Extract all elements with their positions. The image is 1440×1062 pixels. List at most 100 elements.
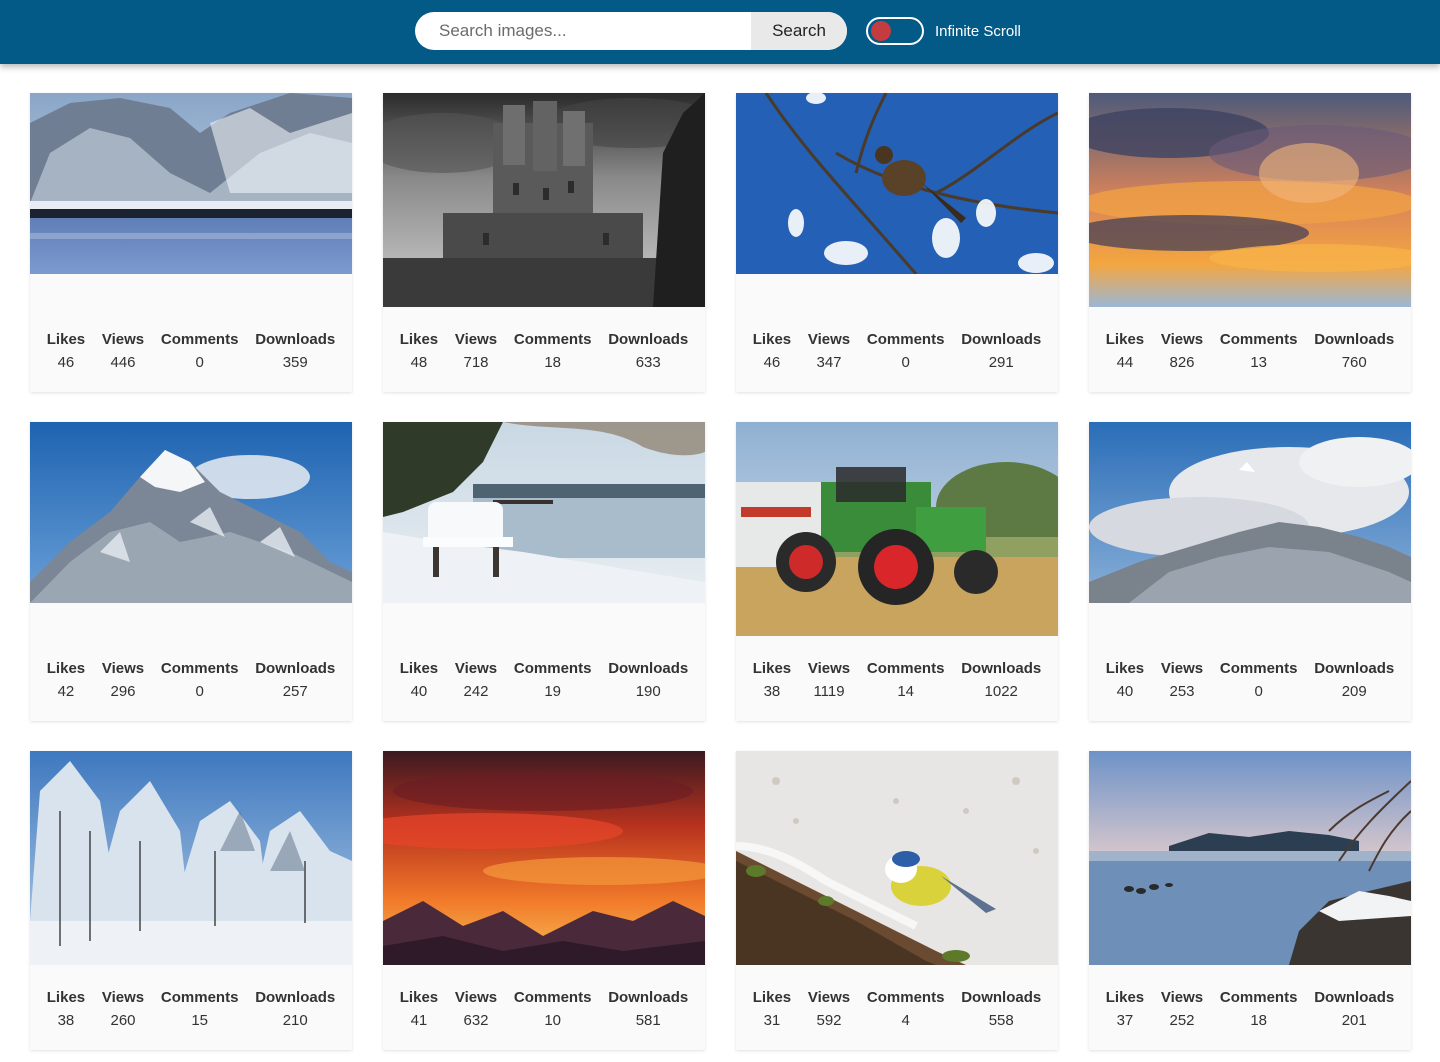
views-label: Views xyxy=(1160,331,1204,348)
image-card[interactable]: Likes 42 Views 296 Comments 0 Downloads 257 xyxy=(30,422,352,721)
downloads-label: Downloads xyxy=(255,660,336,677)
views-stat: Views 253 xyxy=(1161,658,1203,706)
downloads-label: Downloads xyxy=(1314,331,1395,348)
image-card[interactable]: Likes 40 Views 253 Comments 0 Downloads 209 xyxy=(1089,422,1411,721)
card-image-blue-tit-on-snowy-log[interactable] xyxy=(736,751,1058,965)
card-image-snowy-mountain-lake[interactable] xyxy=(30,93,352,274)
image-card[interactable]: Likes 46 Views 347 Comments 0 Downloads 291 xyxy=(736,93,1058,392)
card-image-sunset-clouds[interactable] xyxy=(1089,93,1411,307)
views-count: 446 xyxy=(110,354,136,371)
downloads-label: Downloads xyxy=(1314,660,1395,677)
likes-count: 31 xyxy=(763,1012,781,1029)
card-image-snowy-forest[interactable] xyxy=(30,751,352,965)
views-stat: Views 296 xyxy=(102,658,144,706)
likes-stat: Likes 44 xyxy=(1106,329,1144,377)
likes-stat: Likes 48 xyxy=(400,329,438,377)
comments-stat: Comments 0 xyxy=(867,329,945,377)
card-stats: Likes 40 Views 242 Comments 19 Downloads 190 xyxy=(383,658,705,706)
likes-count: 40 xyxy=(1116,683,1134,700)
likes-label: Likes xyxy=(46,331,86,348)
downloads-count: 190 xyxy=(635,683,661,700)
downloads-stat: Downloads 201 xyxy=(1314,987,1394,1035)
image-card[interactable]: Likes 40 Views 242 Comments 19 Downloads 190 xyxy=(383,422,705,721)
card-image-snowy-mountain-peak[interactable] xyxy=(30,422,352,603)
search-input[interactable] xyxy=(415,12,750,50)
card-image-black-and-white-castle[interactable] xyxy=(383,93,705,307)
views-count: 592 xyxy=(816,1012,842,1029)
likes-stat: Likes 41 xyxy=(400,987,438,1035)
views-count: 632 xyxy=(463,1012,489,1029)
likes-count: 48 xyxy=(410,354,428,371)
image-card[interactable]: Likes 38 Views 260 Comments 15 Downloads 210 xyxy=(30,751,352,1050)
card-image-winter-lake-ducks[interactable] xyxy=(1089,751,1411,965)
views-label: Views xyxy=(807,989,851,1006)
views-stat: Views 446 xyxy=(102,329,144,377)
likes-stat: Likes 40 xyxy=(400,658,438,706)
image-card[interactable]: Likes 41 Views 632 Comments 10 Downloads 581 xyxy=(383,751,705,1050)
card-image-red-sunset-mountains[interactable] xyxy=(383,751,705,965)
downloads-count: 760 xyxy=(1341,354,1367,371)
comments-stat: Comments 18 xyxy=(1220,987,1298,1035)
likes-label: Likes xyxy=(1105,989,1145,1006)
views-count: 252 xyxy=(1169,1012,1195,1029)
likes-label: Likes xyxy=(399,331,439,348)
views-count: 253 xyxy=(1169,683,1195,700)
image-card[interactable]: Likes 38 Views 1119 Comments 14 Downloads 10… xyxy=(736,422,1058,721)
downloads-count: 1022 xyxy=(984,683,1018,700)
card-stats: Likes 46 Views 446 Comments 0 Downloads 359 xyxy=(30,329,352,377)
comments-stat: Comments 18 xyxy=(514,329,592,377)
card-stats: Likes 41 Views 632 Comments 10 Downloads 581 xyxy=(383,987,705,1035)
likes-count: 38 xyxy=(763,683,781,700)
card-image-green-tractor-field[interactable] xyxy=(736,422,1058,636)
views-label: Views xyxy=(1160,989,1204,1006)
toggle-knob xyxy=(871,21,891,41)
likes-label: Likes xyxy=(399,989,439,1006)
likes-stat: Likes 46 xyxy=(753,329,791,377)
comments-count: 15 xyxy=(191,1012,209,1029)
card-stats: Likes 38 Views 260 Comments 15 Downloads 210 xyxy=(30,987,352,1035)
comments-label: Comments xyxy=(866,331,945,348)
card-image-snow-covered-bench-lake[interactable] xyxy=(383,422,705,603)
search-button[interactable]: Search xyxy=(751,12,847,50)
comments-label: Comments xyxy=(513,331,592,348)
comments-stat: Comments 0 xyxy=(161,658,239,706)
image-card[interactable]: Likes 48 Views 718 Comments 18 Downloads 633 xyxy=(383,93,705,392)
likes-stat: Likes 46 xyxy=(47,329,85,377)
image-card[interactable]: Likes 37 Views 252 Comments 18 Downloads 201 xyxy=(1089,751,1411,1050)
likes-count: 44 xyxy=(1116,354,1134,371)
likes-label: Likes xyxy=(752,331,792,348)
views-stat: Views 242 xyxy=(455,658,497,706)
comments-label: Comments xyxy=(866,989,945,1006)
card-image-bird-on-branch-blue-sky[interactable] xyxy=(736,93,1058,274)
card-stats: Likes 40 Views 253 Comments 0 Downloads 209 xyxy=(1089,658,1411,706)
comments-stat: Comments 14 xyxy=(867,658,945,706)
likes-stat: Likes 42 xyxy=(47,658,85,706)
image-card[interactable]: Likes 31 Views 592 Comments 4 Downloads 558 xyxy=(736,751,1058,1050)
likes-count: 41 xyxy=(410,1012,428,1029)
comments-count: 10 xyxy=(544,1012,562,1029)
views-count: 718 xyxy=(463,354,489,371)
views-count: 260 xyxy=(110,1012,136,1029)
likes-count: 40 xyxy=(410,683,428,700)
downloads-stat: Downloads 581 xyxy=(608,987,688,1035)
comments-count: 14 xyxy=(897,683,915,700)
infinite-scroll-toggle[interactable] xyxy=(866,17,924,45)
image-card[interactable]: Likes 44 Views 826 Comments 13 Downloads 760 xyxy=(1089,93,1411,392)
image-card[interactable]: Likes 46 Views 446 Comments 0 Downloads 359 xyxy=(30,93,352,392)
likes-label: Likes xyxy=(1105,331,1145,348)
downloads-count: 210 xyxy=(282,1012,308,1029)
downloads-label: Downloads xyxy=(961,660,1042,677)
card-stats: Likes 42 Views 296 Comments 0 Downloads 257 xyxy=(30,658,352,706)
likes-count: 38 xyxy=(57,1012,75,1029)
card-stats: Likes 48 Views 718 Comments 18 Downloads 633 xyxy=(383,329,705,377)
views-label: Views xyxy=(101,331,145,348)
comments-count: 4 xyxy=(901,1012,910,1029)
likes-count: 37 xyxy=(1116,1012,1134,1029)
views-count: 242 xyxy=(463,683,489,700)
views-label: Views xyxy=(454,660,498,677)
downloads-stat: Downloads 558 xyxy=(961,987,1041,1035)
comments-label: Comments xyxy=(160,331,239,348)
comments-label: Comments xyxy=(160,989,239,1006)
card-image-mountain-clouds[interactable] xyxy=(1089,422,1411,603)
comments-count: 18 xyxy=(544,354,562,371)
